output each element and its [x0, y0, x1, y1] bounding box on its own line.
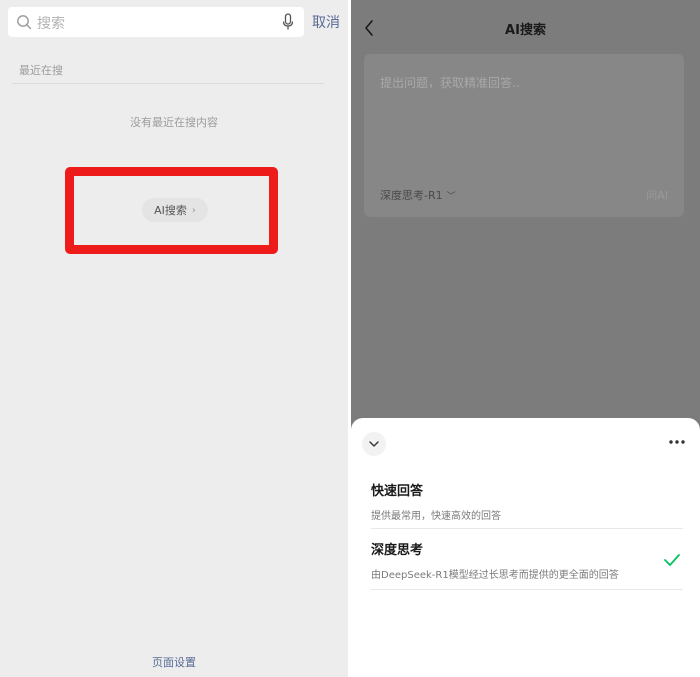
search-input[interactable]: 搜索 [8, 7, 304, 37]
cancel-button[interactable]: 取消 [312, 12, 340, 32]
option-quick-answer[interactable]: 快速回答 提供最常用，快速高效的回答 [371, 480, 683, 529]
chevron-right-icon: › [191, 204, 196, 216]
check-icon [664, 554, 680, 566]
more-icon[interactable] [668, 439, 686, 445]
search-placeholder: 搜索 [37, 16, 65, 32]
option-deep-thinking[interactable]: 深度思考 由DeepSeek-R1模型经过长思考而提供的更全面的回答 [371, 539, 683, 590]
question-input[interactable]: 提出问题，获取精准回答.. 深度思考-R1 ﹀ 问AI [364, 54, 684, 217]
option-title: 快速回答 [371, 484, 424, 499]
ai-search-page: AI搜索 提出问题，获取精准回答.. 深度思考-R1 ﹀ 问AI 快速回答 提供最… [351, 0, 700, 677]
mode-bottom-sheet: 快速回答 提供最常用，快速高效的回答 深度思考 由DeepSeek-R1模型经过… [351, 418, 700, 677]
option-title: 深度思考 [371, 543, 424, 558]
ai-search-button[interactable]: AI搜索 › [142, 198, 208, 222]
ask-ai-button[interactable]: 问AI [646, 187, 668, 203]
mic-icon[interactable] [282, 13, 294, 31]
mode-selector[interactable]: 深度思考-R1 ﹀ [380, 187, 456, 203]
ai-search-label: AI搜索 [154, 204, 187, 217]
page-title: AI搜索 [505, 23, 546, 38]
chevron-down-icon: ﹀ [446, 192, 456, 202]
search-icon [17, 15, 32, 30]
question-placeholder: 提出问题，获取精准回答.. [380, 76, 520, 90]
mode-label: 深度思考-R1 [380, 189, 443, 202]
page-settings-link[interactable]: 页面设置 [0, 654, 348, 670]
option-description: 提供最常用，快速高效的回答 [371, 511, 501, 522]
recent-empty-text: 没有最近在搜内容 [130, 116, 218, 129]
recent-searches-title: 最近在搜 [19, 64, 63, 77]
divider [12, 83, 324, 84]
chevron-down-icon [369, 441, 379, 447]
search-page: 搜索 取消 最近在搜 没有最近在搜内容 AI搜索 › 页面设置 [0, 0, 348, 677]
collapse-button[interactable] [362, 432, 386, 456]
option-description: 由DeepSeek-R1模型经过长思考而提供的更全面的回答 [371, 570, 619, 581]
